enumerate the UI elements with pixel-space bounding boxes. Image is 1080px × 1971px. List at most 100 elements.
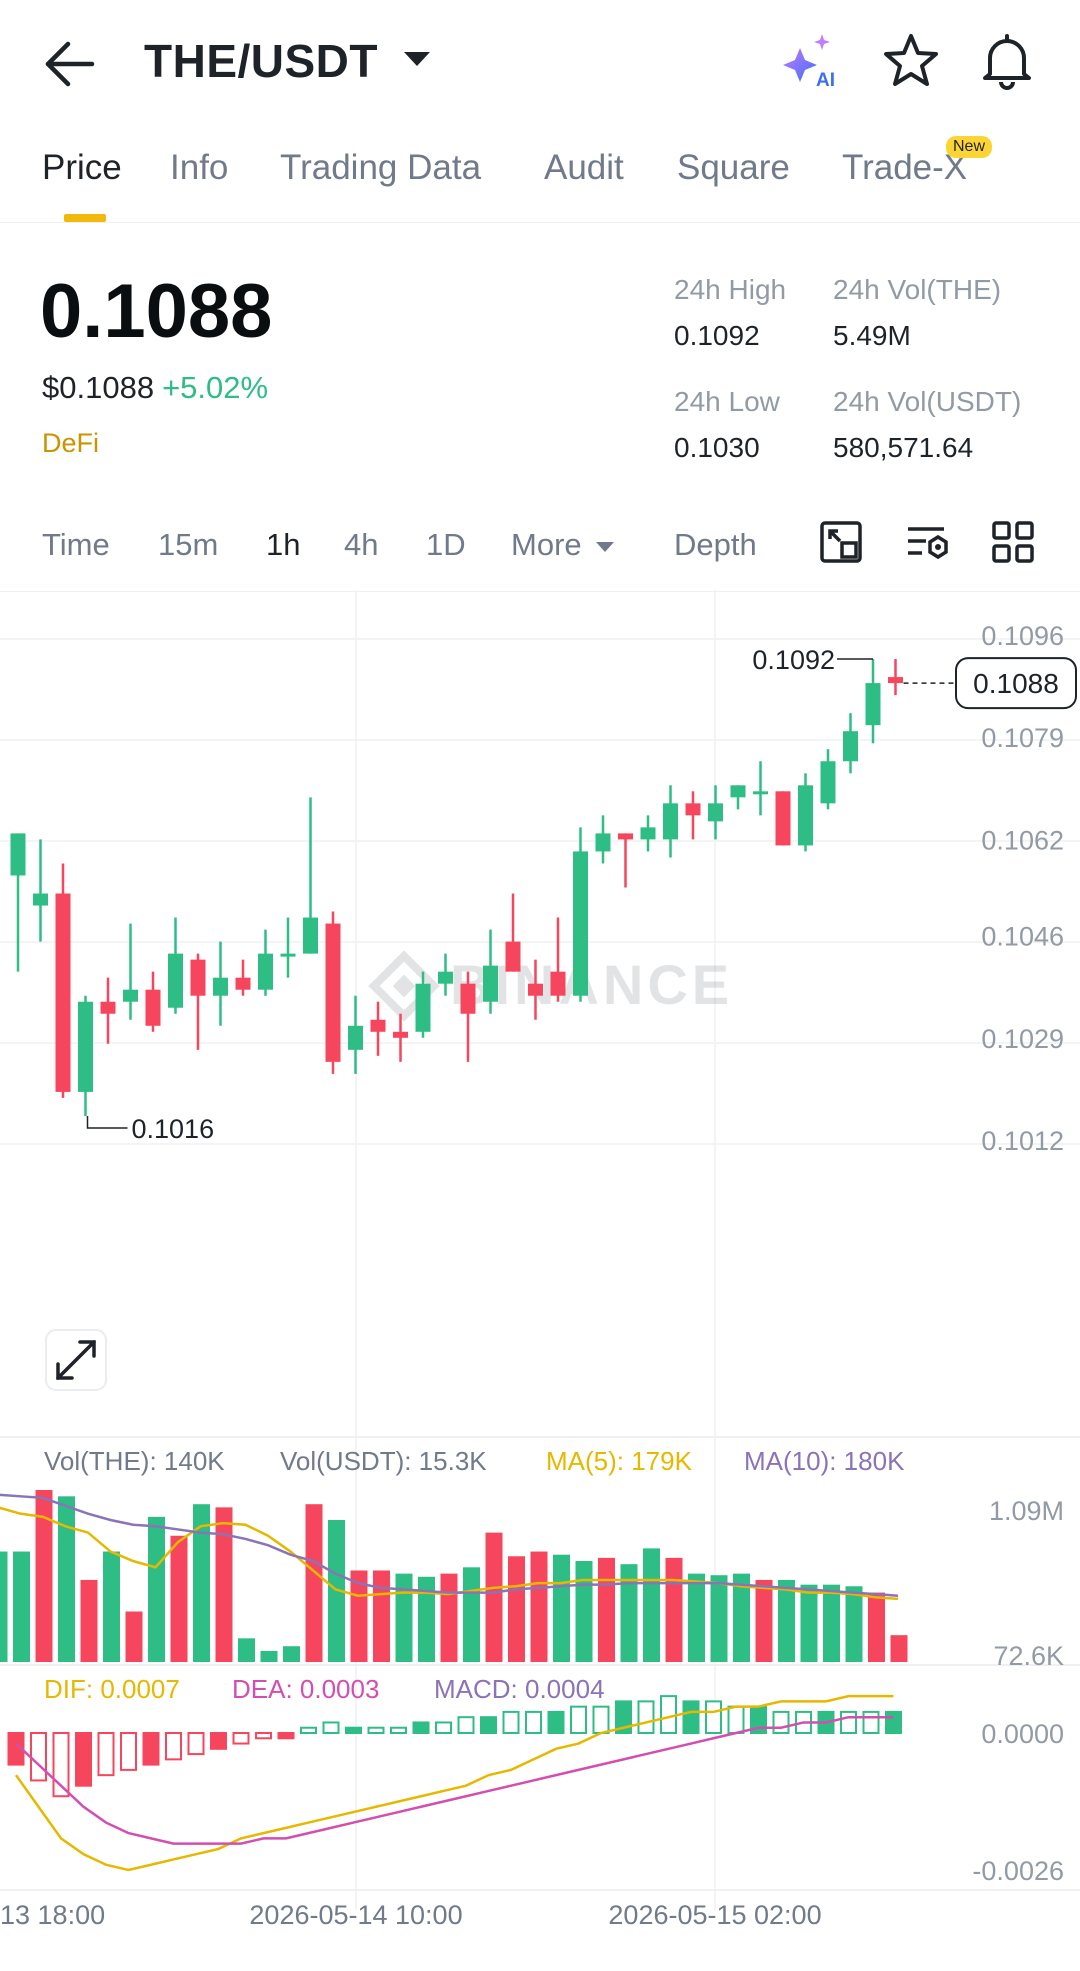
macd-histogram-bar (885, 1710, 902, 1735)
macd-histogram-bar (187, 1732, 205, 1756)
more-caret-icon (596, 541, 615, 552)
volume-bar (868, 1592, 885, 1662)
candle-body (258, 953, 273, 990)
ai-sparkle-icon[interactable]: AI (780, 30, 842, 92)
vol-usdt-24h-label: 24h Vol(USDT) (833, 386, 1022, 417)
candle-body (10, 833, 26, 876)
candle-body (843, 731, 858, 762)
time-axis-labels: 13 18:00 2026-05-14 10:00 2026-05-15 02:00 (0, 1900, 822, 1930)
volume-bar (778, 1579, 795, 1662)
candle-body (213, 977, 228, 996)
candle-body (820, 761, 836, 804)
volume-bar (103, 1551, 120, 1662)
tab-square[interactable]: Square (677, 148, 790, 188)
candle-body (483, 965, 498, 1002)
volume-bar (170, 1535, 188, 1662)
macd-histogram-bar (75, 1732, 92, 1787)
tab-audit[interactable]: Audit (544, 148, 624, 188)
usd-price-line: $0.1088 +5.02% (42, 370, 268, 406)
pair-title[interactable]: THE/USDT (144, 34, 378, 88)
expand-chart-button[interactable] (45, 1329, 107, 1391)
candle-body (145, 989, 161, 1026)
candle-body (33, 893, 48, 906)
macd-histogram-bar (525, 1710, 542, 1735)
macd-histogram-bar (435, 1721, 452, 1735)
volume-bar (643, 1548, 660, 1662)
interval-15m[interactable]: 15m (158, 527, 218, 563)
candle-body (618, 833, 633, 840)
notification-bell-icon[interactable] (976, 30, 1038, 92)
candle-body (370, 1019, 386, 1032)
candle-body (775, 791, 791, 846)
interval-4h[interactable]: 4h (344, 527, 378, 563)
interval-time[interactable]: Time (42, 527, 110, 563)
volume-bar (283, 1646, 300, 1662)
dea-legend: DEA: 0.0003 (232, 1674, 379, 1704)
macd-histogram-bar (772, 1710, 790, 1735)
candle-body (528, 983, 543, 996)
volume-bar (125, 1611, 143, 1662)
volume-bar (260, 1650, 278, 1662)
ma5-legend: MA(5): 179K (546, 1446, 693, 1476)
interval-more-label: More (511, 527, 582, 562)
tab-price[interactable]: Price (42, 148, 122, 188)
detail-tabs: Price Info Trading Data Audit Square Tra… (0, 130, 1080, 223)
vol-the-24h-value: 5.49M (833, 320, 911, 351)
low-24h-value: 0.1030 (674, 432, 760, 463)
volume-bar (215, 1507, 233, 1662)
candle-body (438, 971, 453, 984)
time-axis-tick: 13 18:00 (0, 1900, 105, 1930)
macd-histogram-bar (232, 1732, 250, 1745)
macd-histogram-bar (727, 1705, 745, 1734)
candle-body (303, 917, 318, 954)
candle-body (888, 677, 903, 684)
volume-bar (80, 1579, 98, 1662)
depth-tab[interactable]: Depth (674, 527, 757, 563)
interval-1d[interactable]: 1D (426, 527, 466, 563)
tab-trading-data[interactable]: Trading Data (280, 148, 481, 188)
volume-bar (530, 1551, 548, 1662)
indicator-settings-icon[interactable] (904, 519, 950, 565)
macd-histogram-bar (120, 1732, 137, 1771)
chart-fullscreen-icon[interactable] (818, 519, 864, 565)
candle-body (505, 941, 521, 972)
volume-bar (890, 1635, 908, 1662)
macd-histogram-bar (165, 1732, 182, 1761)
back-arrow-icon[interactable] (40, 36, 100, 92)
macd-histogram-bar (322, 1721, 340, 1735)
volume-bar (688, 1573, 705, 1662)
candle-body (123, 989, 138, 1002)
candlestick-series (10, 659, 903, 1116)
vol-usdt-legend: Vol(USDT): 15.3K (280, 1446, 487, 1476)
macd-legend-value: MACD: 0.0004 (434, 1674, 605, 1704)
layout-grid-icon[interactable] (990, 519, 1036, 565)
low-marker-label: 0.1016 (132, 1114, 215, 1144)
high-marker-label: 0.1092 (752, 645, 835, 675)
high-24h-value: 0.1092 (674, 320, 760, 351)
macd-histogram-bar (277, 1732, 295, 1740)
pair-dropdown-caret-icon[interactable] (404, 52, 430, 66)
macd-histogram-bar (547, 1710, 565, 1735)
favorite-star-icon[interactable] (880, 30, 942, 92)
candle-body (415, 983, 431, 1032)
price-axis-tick: 0.1029 (981, 1024, 1064, 1054)
category-tag[interactable]: DeFi (42, 428, 99, 459)
candle-body (640, 827, 656, 840)
interval-more[interactable]: More (511, 527, 615, 563)
macd-histogram-bar (412, 1721, 430, 1735)
volume-bar (800, 1584, 818, 1662)
price-axis-tick: 0.1012 (981, 1126, 1064, 1156)
last-price: 0.1088 (40, 269, 273, 354)
volume-bar (0, 1551, 8, 1662)
macd-histogram-bar (570, 1705, 587, 1734)
volume-bar (238, 1638, 255, 1662)
volume-bar (665, 1557, 683, 1662)
candle-body (393, 1031, 408, 1038)
tab-info[interactable]: Info (170, 148, 228, 188)
macd-histogram-bar (457, 1716, 475, 1734)
volume-bar (58, 1496, 75, 1662)
price-chart[interactable]: BINANCE 0.10960.10790.10620.10460.10290.… (0, 590, 1080, 1971)
candle-body (55, 893, 71, 1092)
volume-axis-tick: 72.6K (993, 1641, 1064, 1671)
interval-1h[interactable]: 1h (266, 527, 300, 563)
